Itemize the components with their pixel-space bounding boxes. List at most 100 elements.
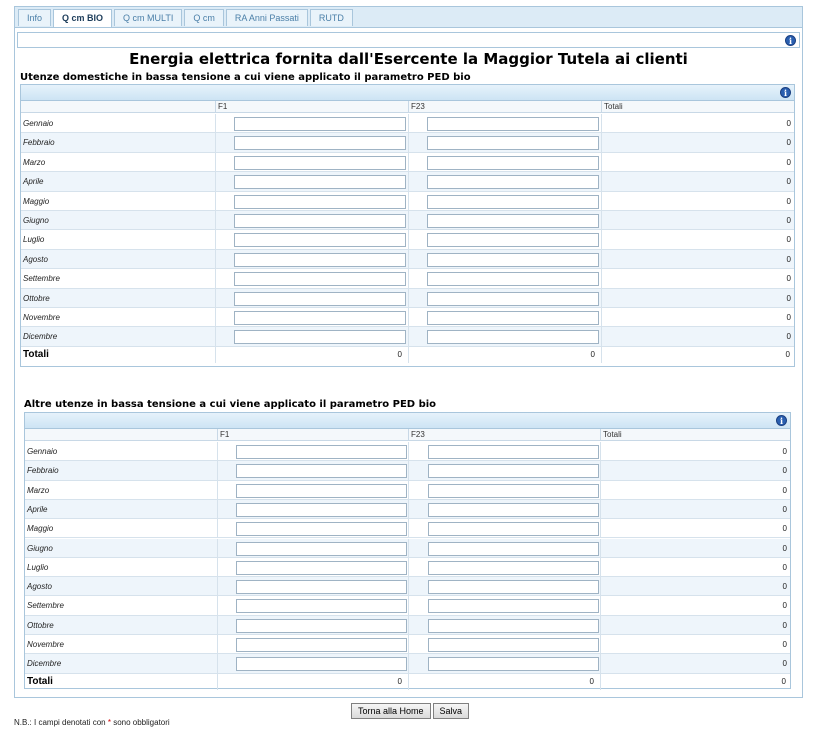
f23-input[interactable]	[427, 330, 599, 345]
row-total: 0	[782, 640, 787, 649]
row-total: 0	[786, 254, 791, 264]
tab-q-cm[interactable]: Q cm	[184, 9, 224, 26]
f23-input[interactable]	[428, 541, 599, 556]
f1-input[interactable]	[236, 522, 407, 537]
table-row: Febbraio 0	[21, 133, 794, 153]
tab-rutd[interactable]: RUTD	[309, 9, 353, 26]
f23-input[interactable]	[428, 483, 599, 498]
row-total: 0	[786, 332, 791, 342]
totals-label: Totali	[23, 348, 49, 360]
tab-q-cm-bio[interactable]: Q cm BIO	[53, 9, 113, 27]
month-label: Settembre	[23, 274, 60, 284]
row-total: 0	[782, 620, 787, 630]
f23-input[interactable]	[428, 464, 599, 479]
f1-input[interactable]	[234, 117, 406, 131]
month-label: Luglio	[23, 235, 45, 245]
month-label: Febbraio	[23, 138, 55, 148]
f23-input[interactable]	[428, 618, 599, 633]
table-row: Maggio 0	[25, 519, 790, 539]
tab-q-cm-multi[interactable]: Q cm MULTI	[114, 9, 183, 26]
row-total: 0	[782, 524, 787, 534]
tab-ra-anni-passati[interactable]: RA Anni Passati	[225, 9, 308, 26]
f1-input[interactable]	[234, 252, 406, 267]
f23-input[interactable]	[427, 311, 599, 325]
month-label: Ottobre	[23, 293, 50, 303]
f1-input[interactable]	[234, 136, 406, 151]
totals-row: Totali 0 0 0	[21, 346, 794, 363]
f1-input[interactable]	[234, 330, 406, 345]
f23-input[interactable]	[427, 194, 599, 209]
f1-input[interactable]	[236, 560, 407, 575]
f23-input[interactable]	[427, 272, 599, 287]
f1-input[interactable]	[234, 272, 406, 287]
f1-input[interactable]	[234, 155, 406, 170]
f1-input[interactable]	[236, 618, 407, 633]
column-divider	[215, 327, 216, 346]
column-divider	[408, 654, 409, 673]
column-divider	[215, 191, 216, 210]
f1-input[interactable]	[234, 291, 406, 306]
month-label: Dicembre	[27, 659, 62, 669]
month-label: Gennaio	[23, 119, 54, 128]
column-divider	[601, 152, 602, 172]
f1-input[interactable]	[234, 311, 406, 325]
tab-info[interactable]: Info	[18, 9, 52, 26]
f1-input[interactable]	[234, 233, 406, 248]
info-icon[interactable]: i	[780, 87, 791, 98]
f1-input[interactable]	[236, 502, 407, 517]
row-total: 0	[782, 562, 787, 572]
save-button[interactable]: Salva	[432, 703, 470, 719]
f1-input[interactable]	[234, 175, 406, 190]
f1-input[interactable]	[236, 599, 407, 614]
f1-input[interactable]	[236, 483, 407, 498]
f1-input[interactable]	[236, 464, 407, 479]
row-total: 0	[782, 543, 787, 553]
column-divider	[600, 442, 601, 461]
f23-input[interactable]	[428, 657, 599, 672]
f23-input[interactable]	[427, 136, 599, 151]
section-title: Altre utenze in bassa tensione a cui vie…	[24, 399, 437, 410]
f23-input[interactable]	[428, 580, 599, 595]
f23-input[interactable]	[427, 175, 599, 190]
f1-input[interactable]	[236, 541, 407, 556]
column-divider	[601, 327, 602, 346]
column-divider	[215, 172, 216, 191]
f23-input[interactable]	[427, 252, 599, 267]
f23-input[interactable]	[427, 233, 599, 248]
f23-input[interactable]	[428, 502, 599, 517]
f1-input[interactable]	[236, 638, 407, 652]
row-total: 0	[786, 119, 791, 128]
month-label: Marzo	[23, 157, 46, 167]
footer-buttons: Torna alla Home Salva	[351, 703, 470, 719]
f1-input[interactable]	[236, 657, 407, 672]
row-total: 0	[782, 601, 787, 611]
info-icon[interactable]: i	[776, 415, 787, 426]
f23-input[interactable]	[428, 445, 599, 459]
column-divider	[408, 635, 409, 654]
f23-input[interactable]	[428, 599, 599, 614]
table-row: Settembre 0	[21, 269, 794, 289]
f1-input[interactable]	[234, 214, 406, 228]
month-label: Aprile	[27, 504, 48, 514]
f23-input[interactable]	[427, 291, 599, 306]
f1-input[interactable]	[236, 580, 407, 595]
required-note: N.B.: I campi denotati con * sono obblig…	[14, 718, 170, 727]
f23-input[interactable]	[427, 155, 599, 170]
total-f1: 0	[397, 349, 402, 359]
f23-input[interactable]	[427, 117, 599, 131]
f23-input[interactable]	[428, 560, 599, 575]
f23-input[interactable]	[427, 214, 599, 228]
f23-input[interactable]	[428, 638, 599, 652]
column-divider	[600, 557, 601, 577]
section-domestic: Utenze domestiche in bassa tensione a cu…	[20, 72, 797, 368]
f1-input[interactable]	[236, 445, 407, 459]
column-divider	[601, 172, 602, 191]
column-divider	[408, 191, 409, 210]
info-icon[interactable]: i	[785, 35, 796, 46]
f1-input[interactable]	[234, 194, 406, 209]
f23-input[interactable]	[428, 522, 599, 537]
table-row: Luglio 0	[25, 557, 790, 578]
column-divider	[601, 269, 602, 288]
column-divider	[408, 615, 409, 634]
home-button[interactable]: Torna alla Home	[351, 703, 431, 719]
